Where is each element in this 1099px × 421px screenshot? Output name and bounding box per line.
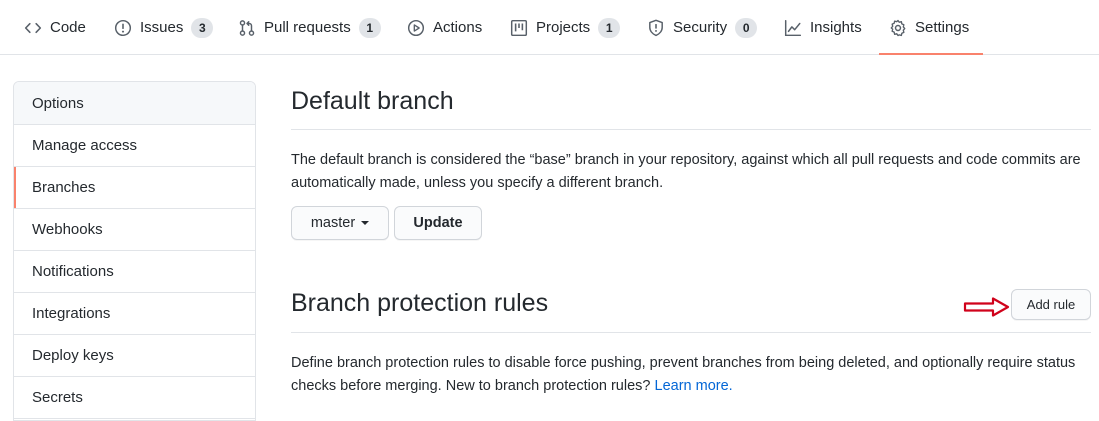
tab-code-label: Code — [50, 19, 86, 36]
default-branch-description: The default branch is considered the “ba… — [291, 152, 1081, 191]
branch-protection-divider — [291, 332, 1091, 333]
settings-sidebar: Options Manage access Branches Webhooks … — [13, 81, 256, 421]
sidebar-item-deploy-keys[interactable]: Deploy keys — [14, 335, 255, 377]
tab-issues[interactable]: Issues 3 — [114, 0, 214, 55]
pull-requests-count-badge: 1 — [358, 17, 381, 38]
projects-count-badge: 1 — [598, 17, 621, 38]
sidebar-item-webhooks[interactable]: Webhooks — [14, 209, 255, 251]
tab-projects-label: Projects — [536, 19, 591, 36]
sidebar-item-manage-access[interactable]: Manage access — [14, 125, 255, 167]
caret-down-icon — [361, 221, 370, 225]
tab-code[interactable]: Code — [24, 0, 86, 55]
tab-pull-requests-label: Pull requests — [264, 19, 351, 36]
tab-pull-requests[interactable]: Pull requests 1 — [238, 0, 381, 55]
tab-projects[interactable]: Projects 1 — [510, 0, 621, 55]
update-button[interactable]: Update — [394, 206, 482, 240]
tab-actions[interactable]: Actions — [407, 0, 482, 55]
tab-security[interactable]: Security 0 — [647, 0, 758, 55]
issue-opened-icon — [114, 19, 132, 37]
shield-icon — [647, 19, 665, 37]
play-icon — [407, 19, 425, 37]
issues-count-badge: 3 — [191, 17, 214, 38]
tab-settings[interactable]: Settings — [878, 0, 984, 55]
tab-issues-label: Issues — [140, 19, 184, 36]
tab-actions-label: Actions — [433, 19, 483, 36]
security-count-badge: 0 — [735, 17, 758, 38]
sidebar-item-options[interactable]: Options — [14, 82, 255, 125]
sidebar-item-integrations[interactable]: Integrations — [14, 293, 255, 335]
branch-select-button[interactable]: master — [291, 206, 389, 240]
git-pull-request-icon — [238, 19, 256, 37]
graph-icon — [784, 19, 802, 37]
branch-protection-heading: Branch protection rules — [291, 289, 549, 317]
annotation-arrow-icon — [963, 297, 1010, 317]
default-branch-divider — [291, 129, 1091, 130]
branch-select-label: master — [310, 215, 356, 231]
sidebar-item-secrets[interactable]: Secrets — [14, 377, 255, 419]
sidebar-item-branches[interactable]: Branches — [14, 167, 255, 209]
gear-icon — [889, 19, 907, 37]
repo-nav: Code Issues 3 Pull requests 1 Actions Pr… — [0, 0, 1099, 55]
tab-settings-label: Settings — [915, 19, 970, 36]
tab-insights[interactable]: Insights — [784, 0, 862, 55]
add-rule-button[interactable]: Add rule — [1011, 289, 1091, 320]
code-icon — [24, 19, 42, 37]
branch-protection-description: Define branch protection rules to disabl… — [291, 352, 1091, 398]
tab-security-label: Security — [673, 19, 728, 36]
tab-insights-label: Insights — [810, 19, 862, 36]
default-branch-heading: Default branch — [291, 87, 454, 115]
project-icon — [510, 19, 528, 37]
sidebar-item-notifications[interactable]: Notifications — [14, 251, 255, 293]
learn-more-link[interactable]: Learn more. — [655, 378, 733, 394]
